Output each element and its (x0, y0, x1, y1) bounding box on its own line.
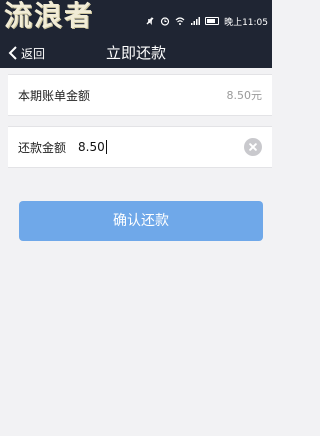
bill-amount-value: 8.50元 (226, 89, 263, 102)
status-icons: 晚上11:05 (145, 14, 268, 28)
alarm-icon (160, 17, 170, 26)
bill-amount-row: 本期账单金额 8.50元 (8, 74, 272, 116)
repay-amount-input[interactable]: 8.50 (78, 140, 107, 154)
watermark-text: 流浪者 (4, 0, 95, 32)
status-time: 晚上11:05 (224, 17, 268, 28)
navigation-bar: 返回 立即还款 (0, 38, 272, 68)
status-bar: 流浪者 晚上11:05 (0, 0, 272, 38)
signal-icon (191, 17, 201, 25)
wifi-icon (175, 17, 185, 25)
confirm-repay-button[interactable]: 确认还款 (19, 201, 263, 241)
bill-amount-label: 本期账单金额 (18, 88, 91, 103)
battery-icon (205, 17, 220, 25)
page-title: 立即还款 (105, 44, 166, 62)
repay-amount-row: 还款金额 8.50 (8, 126, 272, 168)
repay-amount-label: 还款金额 (18, 140, 67, 155)
mute-icon (146, 17, 154, 25)
clear-icon[interactable] (244, 138, 262, 156)
